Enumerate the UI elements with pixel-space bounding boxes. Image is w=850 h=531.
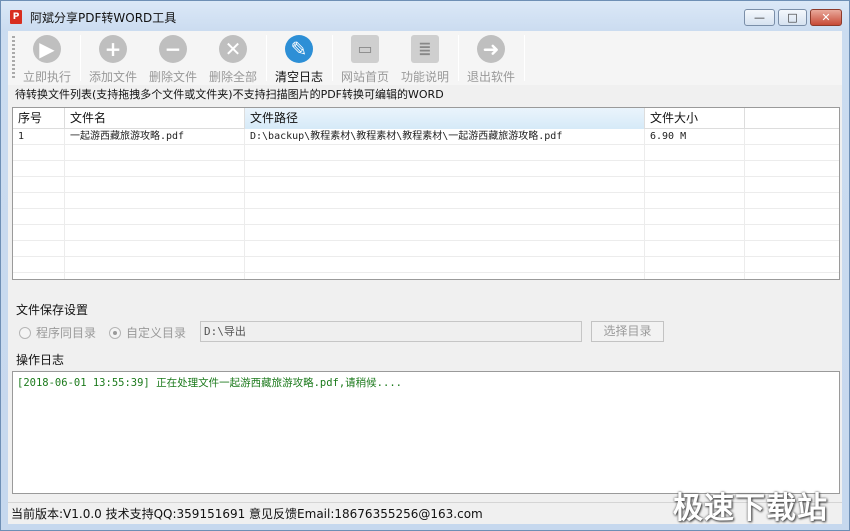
maximize-button[interactable]: □ — [778, 9, 807, 26]
toolbar: ▶ 立即执行 + 添加文件 − 删除文件 ✕ 删除全部 ✎ 清空日志 ▭ 网站首… — [8, 31, 842, 85]
toolbar-separator — [266, 35, 267, 81]
site-watermark: 极速下载站 — [673, 491, 828, 526]
delete-all-button[interactable]: ✕ 删除全部 — [203, 33, 263, 84]
save-path-input[interactable]: D:\导出 — [200, 321, 582, 342]
add-file-label: 添加文件 — [88, 70, 137, 84]
delete-file-label: 删除文件 — [148, 70, 197, 84]
client-area: ▶ 立即执行 + 添加文件 − 删除文件 ✕ 删除全部 ✎ 清空日志 ▭ 网站首… — [8, 31, 842, 524]
toolbar-grip[interactable] — [12, 36, 15, 80]
empty-row — [13, 145, 839, 161]
document-icon: ≣ — [411, 35, 439, 63]
help-button[interactable]: ≣ 功能说明 — [395, 33, 455, 84]
row-file-path: D:\backup\教程素材\教程素材\教程素材\一起游西藏旅游攻略.pdf — [250, 131, 563, 142]
custom-dir-radio[interactable]: 自定义目录 — [109, 324, 186, 341]
column-header-name[interactable]: 文件名 — [65, 108, 245, 129]
empty-row — [13, 161, 839, 177]
file-list-caption: 待转换文件列表(支持拖拽多个文件或文件夹)不支持扫描图片的PDF转换可编辑的WO… — [15, 88, 444, 101]
column-header-index[interactable]: 序号 — [13, 108, 65, 129]
run-button[interactable]: ▶ 立即执行 — [17, 33, 77, 84]
website-home-button[interactable]: ▭ 网站首页 — [335, 33, 395, 84]
window-title: 阿斌分享PDF转WORD工具 — [30, 11, 177, 25]
empty-row — [13, 241, 839, 257]
exit-label: 退出软件 — [466, 70, 515, 84]
exit-button[interactable]: ➜ 退出软件 — [461, 33, 521, 84]
close-button[interactable]: ✕ — [810, 9, 842, 26]
empty-row — [13, 209, 839, 225]
help-label: 功能说明 — [400, 70, 449, 84]
pdf-app-icon: P — [10, 10, 22, 24]
empty-row — [13, 225, 839, 241]
operation-log-label: 操作日志 — [16, 353, 65, 367]
plus-icon: + — [99, 35, 127, 63]
monitor-icon: ▭ — [351, 35, 379, 63]
operation-log-box[interactable]: [2018-06-01 13:55:39] 正在处理文件一起游西藏旅游攻略.pd… — [12, 371, 840, 494]
empty-row — [13, 257, 839, 273]
column-header-size[interactable]: 文件大小 — [645, 108, 745, 129]
radio-unchecked-icon — [19, 327, 31, 339]
table-header: 序号 文件名 文件路径 文件大小 — [13, 108, 839, 129]
same-dir-label: 程序同目录 — [36, 326, 97, 340]
custom-dir-label: 自定义目录 — [126, 326, 187, 340]
delete-file-button[interactable]: − 删除文件 — [143, 33, 203, 84]
empty-row — [13, 177, 839, 193]
row-file-name: 一起游西藏旅游攻略.pdf — [70, 131, 185, 142]
run-label: 立即执行 — [22, 70, 71, 84]
file-list-table[interactable]: 序号 文件名 文件路径 文件大小 1 一起游西藏旅游攻略.pdf D:\back… — [12, 107, 840, 280]
close-icon: ✕ — [219, 35, 247, 63]
app-window: P 阿斌分享PDF转WORD工具 — □ ✕ ▶ 立即执行 + 添加文件 − 删… — [0, 0, 850, 531]
toolbar-separator — [80, 35, 81, 81]
row-index: 1 — [18, 131, 25, 142]
column-header-path[interactable]: 文件路径 — [245, 108, 645, 129]
toolbar-separator — [524, 35, 525, 81]
log-line: [2018-06-01 13:55:39] 正在处理文件一起游西藏旅游攻略.pd… — [17, 377, 402, 389]
save-settings-label: 文件保存设置 — [16, 303, 89, 317]
empty-row — [13, 193, 839, 209]
toolbar-separator — [332, 35, 333, 81]
minus-icon: − — [159, 35, 187, 63]
same-dir-radio[interactable]: 程序同目录 — [19, 324, 96, 341]
choose-directory-button[interactable]: 选择目录 — [591, 321, 664, 342]
broom-icon: ✎ — [285, 35, 313, 63]
play-icon: ▶ — [33, 35, 61, 63]
delete-all-label: 删除全部 — [208, 70, 257, 84]
clear-log-label: 清空日志 — [274, 70, 323, 84]
add-file-button[interactable]: + 添加文件 — [83, 33, 143, 84]
title-bar[interactable]: P 阿斌分享PDF转WORD工具 — □ ✕ — [1, 1, 849, 31]
exit-icon: ➜ — [477, 35, 505, 63]
table-row[interactable]: 1 一起游西藏旅游攻略.pdf D:\backup\教程素材\教程素材\教程素材… — [13, 129, 839, 145]
radio-checked-icon — [109, 327, 121, 339]
website-home-label: 网站首页 — [340, 70, 389, 84]
toolbar-separator — [458, 35, 459, 81]
minimize-button[interactable]: — — [744, 9, 775, 26]
clear-log-button[interactable]: ✎ 清空日志 — [269, 33, 329, 84]
row-file-size: 6.90 M — [650, 131, 687, 142]
